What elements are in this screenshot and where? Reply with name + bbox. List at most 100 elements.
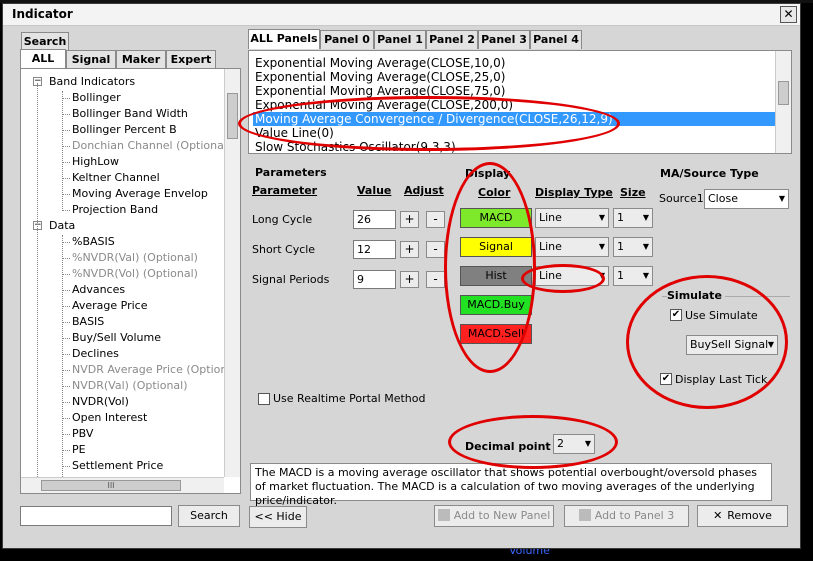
tree-item[interactable]: HighLow	[72, 155, 119, 168]
window-title: Indicator	[12, 7, 73, 21]
tree-item[interactable]: Buy/Sell Volume	[72, 331, 161, 344]
chevron-down-icon: ▼	[642, 213, 649, 222]
tree-item[interactable]: Bollinger Band Width	[72, 107, 188, 120]
tab-all[interactable]: ALL	[20, 49, 66, 69]
tree-item[interactable]: Open Interest	[72, 411, 147, 424]
tree-group-data[interactable]: Data	[49, 219, 75, 232]
hide-button[interactable]: << Hide	[249, 506, 307, 528]
source-label: Source1	[659, 192, 704, 205]
ma-source-title: MA/Source Type	[660, 167, 759, 180]
display-type-value: Line	[539, 211, 562, 224]
add-panel-label: Add to Panel 3	[594, 509, 675, 522]
decrement-button[interactable]: -	[426, 271, 445, 288]
tree-item[interactable]: %NVDR(Val) (Optional)	[72, 251, 198, 264]
col-value: Value	[357, 184, 392, 197]
add-icon	[578, 509, 591, 521]
chevron-down-icon: ▼	[778, 194, 785, 203]
decrement-button[interactable]: -	[426, 241, 445, 258]
increment-button[interactable]: +	[400, 271, 419, 288]
tree-item[interactable]: Settlement Price	[72, 459, 163, 472]
remove-button[interactable]: ✕ Remove	[697, 505, 788, 527]
tree-item[interactable]: %BASIS	[72, 235, 115, 248]
size-select[interactable]: 1 ▼	[613, 208, 653, 228]
tree-group-band[interactable]: Band Indicators	[49, 75, 135, 88]
param-value-input[interactable]: 12	[353, 240, 396, 259]
tree-item[interactable]: Keltner Channel	[72, 171, 160, 184]
tree-item[interactable]: Donchian Channel (Optional)	[72, 139, 231, 152]
tree-hscroll-thumb[interactable]: III	[41, 480, 181, 491]
tree-vscroll[interactable]	[224, 69, 240, 477]
remove-icon: ✕	[713, 509, 723, 522]
param-label: Long Cycle	[252, 213, 313, 226]
list-vscroll[interactable]	[775, 51, 791, 153]
display-type-select[interactable]: Line ▼	[535, 208, 609, 228]
indicator-list-item[interactable]: Exponential Moving Average(CLOSE,10,0)	[255, 56, 505, 70]
increment-button[interactable]: +	[400, 211, 419, 228]
tree-item[interactable]: Moving Average Envelop	[72, 187, 208, 200]
tree-item[interactable]: PE	[72, 443, 86, 456]
search-input[interactable]	[20, 506, 172, 526]
annotation-oval-list	[238, 96, 620, 151]
display-type-value: Line	[539, 240, 562, 253]
list-scroll-thumb[interactable]	[778, 81, 789, 105]
tab-panel-1[interactable]: Panel 0	[320, 30, 374, 49]
tree-item[interactable]: Average Price	[72, 299, 148, 312]
tab-signal[interactable]: Signal	[66, 50, 116, 69]
col-parameter: Parameter	[252, 184, 318, 197]
close-icon[interactable]: ✕	[780, 6, 797, 23]
add-new-panel-label: Add to New Panel	[453, 509, 551, 522]
tree-item[interactable]: NVDR(Val) (Optional)	[72, 379, 188, 392]
tab-panel-3[interactable]: Panel 2	[426, 30, 478, 49]
indicator-tree: − Band Indicators Bollinger Bollinger Band …	[20, 68, 241, 494]
size-value: 1	[617, 240, 624, 253]
param-label: Short Cycle	[252, 243, 316, 256]
tab-panel-4[interactable]: Panel 3	[478, 30, 530, 49]
col-display-type: Display Type	[535, 186, 613, 199]
add-new-panel-button[interactable]: Add to New Panel	[434, 505, 554, 527]
tab-panel-5[interactable]: Panel 4	[530, 30, 582, 49]
source-select[interactable]: Close ▼	[704, 189, 789, 209]
param-value-input[interactable]: 26	[353, 210, 396, 229]
add-panel-button[interactable]: Add to Panel 3	[564, 505, 689, 527]
size-value: 1	[617, 211, 624, 224]
tab-panel-0[interactable]: ALL Panels	[248, 29, 320, 49]
param-label: Signal Periods	[252, 273, 330, 286]
tab-maker[interactable]: Maker	[116, 50, 166, 69]
indicator-list-item[interactable]: Exponential Moving Average(CLOSE,25,0)	[255, 70, 505, 84]
display-type-select[interactable]: Line ▼	[535, 237, 609, 257]
annotation-oval-display-type	[521, 264, 605, 293]
size-select[interactable]: 1 ▼	[613, 266, 653, 286]
tab-expert[interactable]: Expert	[166, 50, 216, 69]
tree-item[interactable]: Advances	[72, 283, 125, 296]
add-icon	[437, 509, 450, 521]
chevron-down-icon: ▼	[642, 271, 649, 280]
tree-item[interactable]: %NVDR(Vol) (Optional)	[72, 267, 198, 280]
increment-button[interactable]: +	[400, 241, 419, 258]
size-select[interactable]: 1 ▼	[613, 237, 653, 257]
search-button[interactable]: Search	[178, 505, 240, 527]
annotation-oval-decimal	[448, 415, 618, 469]
tree-item[interactable]: BASIS	[72, 315, 104, 328]
param-value-input[interactable]: 9	[353, 270, 396, 289]
tree-item[interactable]: Bollinger Percent B	[72, 123, 177, 136]
decrement-button[interactable]: -	[426, 211, 445, 228]
tab-panel-2[interactable]: Panel 1	[374, 30, 426, 49]
tree-item[interactable]: NVDR Average Price (Optional)	[72, 363, 240, 376]
parameters-title: Parameters	[255, 166, 327, 179]
tree-scroll-thumb[interactable]	[227, 93, 238, 139]
realtime-checkbox[interactable]	[258, 393, 270, 405]
chevron-down-icon: ▼	[598, 213, 605, 222]
col-adjust: Adjust	[404, 184, 444, 197]
tree-item[interactable]: Declines	[72, 347, 119, 360]
tree-item[interactable]: PBV	[72, 427, 93, 440]
remove-label: Remove	[727, 509, 772, 522]
tree-item[interactable]: Bollinger	[72, 91, 121, 104]
tree-item[interactable]: NVDR(Vol)	[72, 395, 129, 408]
tree-item[interactable]: Projection Band	[72, 203, 158, 216]
annotation-oval-simulate	[626, 275, 788, 409]
size-value: 1	[617, 269, 624, 282]
tree-hscroll[interactable]: III	[21, 477, 224, 493]
realtime-label: Use Realtime Portal Method	[273, 392, 426, 405]
indicator-dialog: Indicator ✕ Search ALL Signal Maker Expe…	[2, 3, 801, 549]
chevron-down-icon: ▼	[642, 242, 649, 251]
